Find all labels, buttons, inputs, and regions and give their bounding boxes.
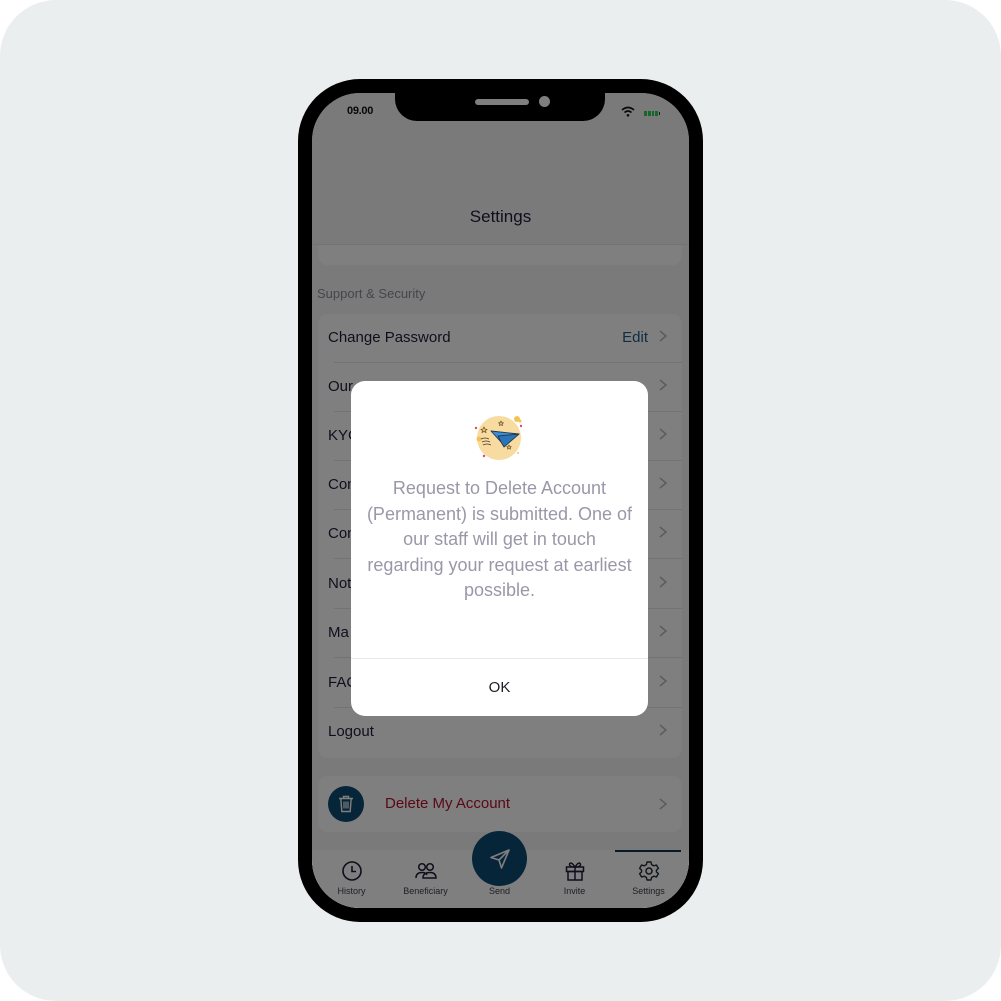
dialog-message: Request to Delete Account (Permanent) is… [366,478,633,600]
ok-button[interactable]: OK [351,659,648,716]
phone-screen: 09.00 Settings Support & Security Change… [312,93,689,908]
paper-plane-illustration [474,416,523,460]
confirmation-dialog: Request to Delete Account (Permanent) is… [351,381,648,716]
phone-frame: 09.00 Settings Support & Security Change… [298,79,703,922]
